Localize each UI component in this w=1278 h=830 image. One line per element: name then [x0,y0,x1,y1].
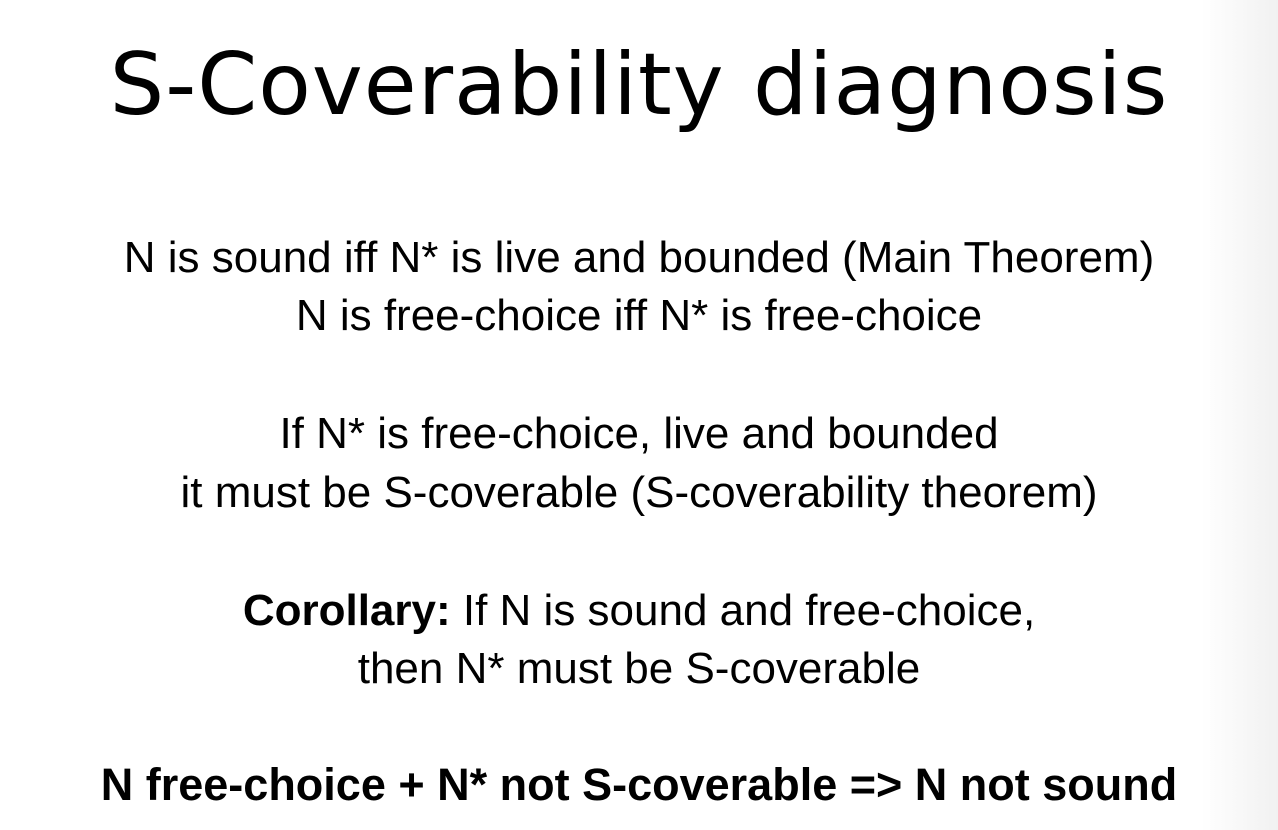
corollary-line: Corollary: If N is sound and free-choice… [0,583,1278,639]
s-coverability-theorem-line: it must be S-coverable (S-coverability t… [180,468,1098,517]
s-coverability-premise-line: If N* is free-choice, live and bounded [279,409,999,458]
corollary-conclusion-line: then N* must be S-coverable [357,644,921,693]
slide-title: S-Coverability diagnosis [109,35,1169,135]
corollary-text: If N is sound and free-choice, [450,586,1036,635]
free-choice-line: N is free-choice iff N* is free-choice [295,291,983,340]
main-theorem-line: N is sound iff N* is live and bounded (M… [123,233,1155,282]
slide: S-Coverability diagnosis N is sound iff … [0,0,1278,830]
diagnosis-conclusion: N free-choice + N* not S-coverable => N … [100,759,1178,810]
corollary-label: Corollary: [242,586,451,635]
